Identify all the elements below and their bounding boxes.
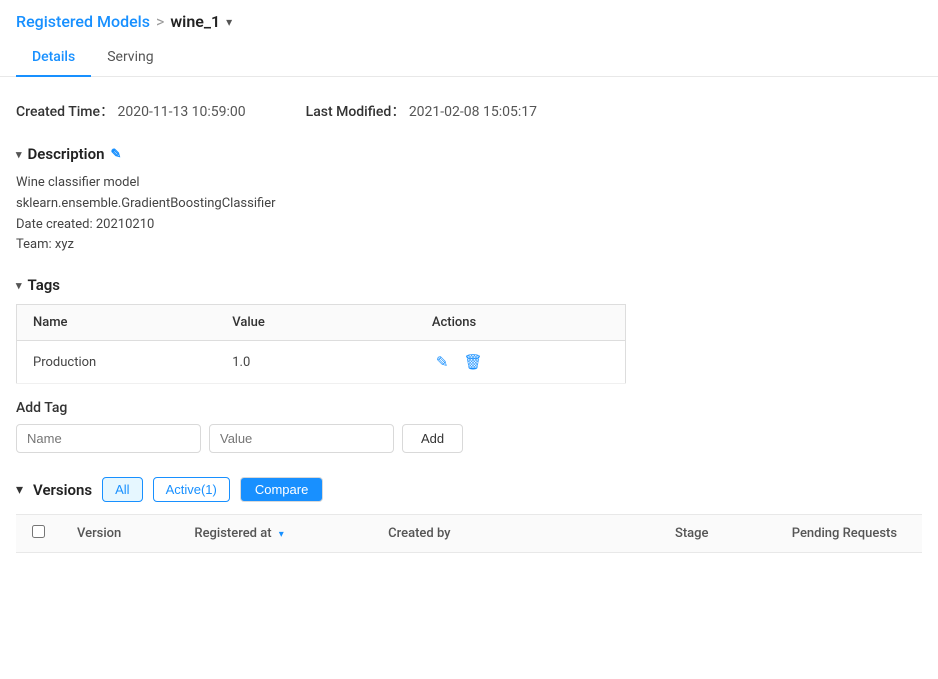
- tags-title: Tags: [28, 276, 61, 294]
- tag-edit-button[interactable]: ✎: [432, 351, 453, 373]
- versions-table-header-row: Version Registered at ▾ Created by Stage…: [16, 515, 922, 553]
- description-toggle-icon[interactable]: ▾: [16, 148, 22, 161]
- tab-details[interactable]: Details: [16, 39, 91, 77]
- tab-bar: Details Serving: [0, 39, 938, 77]
- modified-time-value: 2021-02-08 15:05:17: [409, 104, 537, 120]
- model-dropdown-icon[interactable]: ▾: [226, 15, 232, 29]
- tag-value-input[interactable]: [209, 424, 394, 453]
- tags-table: Name Value Actions Production 1.0 ✎ 🗑: [16, 304, 626, 384]
- tags-toggle-icon[interactable]: ▾: [16, 279, 22, 292]
- tags-table-header-row: Name Value Actions: [17, 305, 626, 341]
- created-time-label: Created Time：: [16, 104, 114, 120]
- tags-col-value: Value: [216, 305, 416, 341]
- versions-table: Version Registered at ▾ Created by Stage…: [16, 514, 922, 553]
- select-all-checkbox[interactable]: [32, 525, 45, 538]
- tag-delete-button[interactable]: 🗑: [460, 351, 487, 373]
- created-time-value: 2020-11-13 10:59:00: [118, 104, 246, 120]
- modified-time-label: Last Modified：: [306, 104, 406, 120]
- tag-name-cell: Production: [17, 341, 217, 384]
- tags-col-name: Name: [17, 305, 217, 341]
- add-tag-label: Add Tag: [16, 400, 922, 416]
- versions-col-version: Version: [61, 515, 178, 553]
- add-tag-row: Add: [16, 424, 922, 453]
- description-line-4: Team: xyz: [16, 235, 922, 256]
- modified-time-field: Last Modified： 2021-02-08 15:05:17: [306, 101, 537, 121]
- tag-name-input[interactable]: [16, 424, 201, 453]
- versions-header-row: ▾ Versions All Active(1) Compare: [16, 477, 922, 502]
- breadcrumb-parent-link[interactable]: Registered Models: [16, 12, 150, 31]
- tag-actions-cell: ✎ 🗑: [416, 341, 626, 384]
- table-row: Production 1.0 ✎ 🗑: [17, 341, 626, 384]
- versions-col-created-by: Created by: [372, 515, 659, 553]
- breadcrumb-current: wine_1: [170, 12, 220, 31]
- versions-col-registered: Registered at ▾: [178, 515, 372, 553]
- description-line-1: Wine classifier model: [16, 173, 922, 194]
- description-body: Wine classifier model sklearn.ensemble.G…: [16, 173, 922, 256]
- description-title: Description: [28, 145, 105, 163]
- tags-col-actions: Actions: [416, 305, 626, 341]
- tag-value-cell: 1.0: [216, 341, 416, 384]
- breadcrumb: Registered Models > wine_1 ▾: [0, 0, 938, 31]
- description-header: ▾ Description ✎: [16, 145, 922, 163]
- filter-active-button[interactable]: Active(1): [153, 477, 230, 502]
- description-section: ▾ Description ✎ Wine classifier model sk…: [16, 145, 922, 256]
- versions-section: ▾ Versions All Active(1) Compare Version…: [16, 477, 922, 553]
- registered-sort-icon[interactable]: ▾: [279, 529, 284, 540]
- tags-section: ▾ Tags Name Value Actions Production 1.0…: [16, 276, 922, 453]
- tags-header: ▾ Tags: [16, 276, 922, 294]
- compare-button[interactable]: Compare: [240, 477, 323, 502]
- filter-all-button[interactable]: All: [102, 477, 142, 502]
- versions-col-stage: Stage: [659, 515, 776, 553]
- versions-col-checkbox: [16, 515, 61, 553]
- versions-toggle-icon[interactable]: ▾: [16, 482, 23, 498]
- description-edit-icon[interactable]: ✎: [110, 147, 121, 162]
- description-line-3: Date created: 20210210: [16, 215, 922, 236]
- main-content: Created Time： 2020-11-13 10:59:00 Last M…: [0, 77, 938, 553]
- versions-title: Versions: [33, 481, 92, 499]
- tab-serving[interactable]: Serving: [91, 39, 169, 77]
- created-time-field: Created Time： 2020-11-13 10:59:00: [16, 101, 246, 121]
- breadcrumb-separator: >: [156, 12, 164, 31]
- add-tag-button[interactable]: Add: [402, 424, 463, 453]
- description-line-2: sklearn.ensemble.GradientBoostingClassif…: [16, 194, 922, 215]
- metadata-row: Created Time： 2020-11-13 10:59:00 Last M…: [16, 93, 922, 137]
- versions-col-pending: Pending Requests: [776, 515, 922, 553]
